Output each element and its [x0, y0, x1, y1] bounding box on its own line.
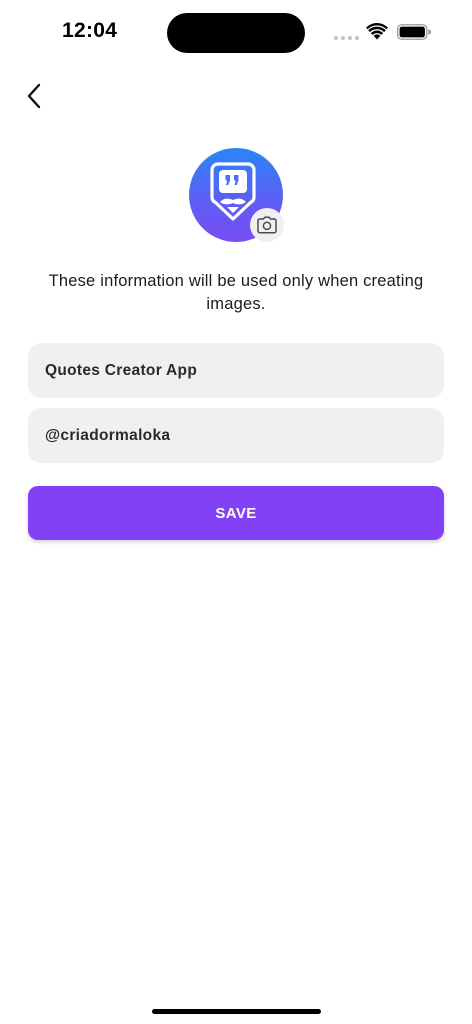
chevron-left-icon — [27, 83, 41, 109]
name-input[interactable] — [28, 343, 444, 398]
quotes-logo-icon — [210, 162, 256, 221]
home-indicator — [152, 1009, 321, 1014]
change-photo-button[interactable] — [250, 208, 284, 242]
profile-settings-screen: 12:04 These information will be used onl… — [0, 0, 472, 1024]
dynamic-island — [167, 13, 305, 53]
battery-icon — [397, 24, 431, 40]
camera-icon — [257, 216, 277, 234]
save-button[interactable]: SAVE — [28, 486, 444, 540]
wifi-icon — [366, 23, 388, 40]
handle-input[interactable] — [28, 408, 444, 463]
cellular-signal-icon — [334, 36, 359, 40]
back-button[interactable] — [18, 80, 50, 112]
info-text: These information will be used only when… — [48, 272, 424, 313]
status-time: 12:04 — [62, 19, 118, 42]
